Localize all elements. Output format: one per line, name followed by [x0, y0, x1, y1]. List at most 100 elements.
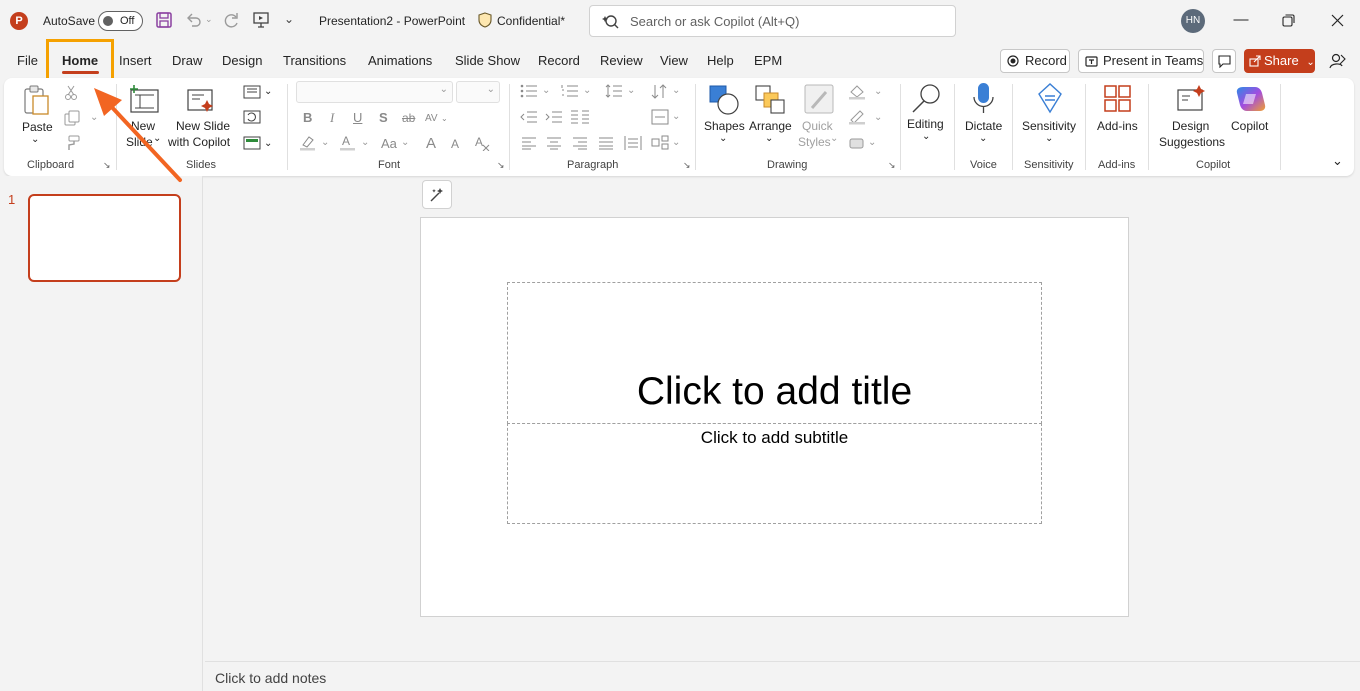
autosave-toggle[interactable]: Off	[98, 11, 143, 31]
arrange-dropdown-icon[interactable]: ⌄	[765, 133, 773, 144]
customize-toolbar-icon[interactable]: ⌄	[284, 12, 294, 26]
tab-draw[interactable]: Draw	[172, 53, 202, 68]
change-case-button[interactable]: Aa	[381, 136, 397, 151]
present-from-start-icon[interactable]	[252, 11, 270, 29]
share-button[interactable]: Share ⌄	[1244, 49, 1315, 73]
increase-indent-icon[interactable]	[545, 110, 563, 124]
copy-icon[interactable]	[64, 110, 80, 126]
new-slide-copilot-label[interactable]: New Slide	[176, 118, 230, 134]
tab-help[interactable]: Help	[707, 53, 734, 68]
shape-effects-icon[interactable]	[848, 135, 866, 151]
tab-insert[interactable]: Insert	[119, 53, 152, 68]
layout-dropdown-icon[interactable]: ⌄	[264, 86, 272, 97]
design-suggestions-label-2[interactable]: Suggestions	[1159, 134, 1225, 150]
tab-epm[interactable]: EPM	[754, 53, 782, 68]
new-slide-label[interactable]: New	[131, 118, 155, 134]
editing-label[interactable]: Editing	[907, 116, 944, 132]
highlight-color-icon[interactable]	[299, 135, 317, 151]
design-suggestions-icon[interactable]	[1176, 84, 1208, 114]
shrink-font-button[interactable]: A	[451, 137, 459, 151]
distributed-icon[interactable]	[624, 135, 642, 151]
section-icon[interactable]	[243, 136, 261, 150]
arrange-label[interactable]: Arrange	[749, 118, 792, 134]
quick-styles-icon[interactable]	[804, 84, 836, 116]
new-slide-label-2[interactable]: Slide	[126, 134, 153, 150]
highlight-dropdown-icon[interactable]: ⌄	[321, 137, 329, 148]
clear-formatting-icon[interactable]: A	[474, 135, 490, 151]
redo-icon[interactable]	[222, 11, 240, 29]
designer-icon[interactable]	[422, 180, 452, 209]
cut-icon[interactable]	[64, 85, 78, 101]
tab-review[interactable]: Review	[600, 53, 643, 68]
shapes-label[interactable]: Shapes	[704, 118, 745, 134]
tab-view[interactable]: View	[660, 53, 688, 68]
drawing-launcher-icon[interactable]: ↘	[888, 160, 896, 171]
shape-outline-icon[interactable]	[848, 109, 866, 125]
font-launcher-icon[interactable]: ↘	[497, 160, 505, 171]
tab-animations[interactable]: Animations	[368, 53, 432, 68]
notes-pane[interactable]: Click to add notes	[205, 661, 1360, 691]
grow-font-button[interactable]: A	[426, 135, 436, 152]
bullets-icon[interactable]	[520, 84, 538, 98]
align-center-icon[interactable]	[546, 136, 562, 150]
columns-icon[interactable]	[570, 109, 590, 125]
align-right-icon[interactable]	[572, 136, 588, 150]
undo-icon[interactable]	[185, 11, 203, 29]
quick-styles-dropdown-icon[interactable]: ⌄	[830, 133, 838, 144]
coauthor-icon[interactable]	[1329, 52, 1347, 70]
numbering-dropdown-icon[interactable]: ⌄	[583, 85, 591, 96]
microphone-icon[interactable]	[972, 82, 996, 116]
line-spacing-dropdown-icon[interactable]: ⌄	[627, 85, 635, 96]
undo-dropdown-icon[interactable]: ⌄	[205, 14, 213, 25]
align-text-icon[interactable]	[651, 109, 669, 125]
strikethrough-button[interactable]: ab	[402, 111, 415, 125]
bold-button[interactable]: B	[303, 110, 312, 125]
text-direction-dropdown-icon[interactable]: ⌄	[672, 85, 680, 96]
search-box[interactable]: Search or ask Copilot (Alt+Q)	[589, 5, 956, 37]
save-icon[interactable]	[155, 11, 173, 29]
paste-label[interactable]: Paste	[22, 119, 53, 135]
text-direction-icon[interactable]	[651, 84, 669, 100]
paste-dropdown-icon[interactable]: ⌄	[31, 134, 39, 145]
underline-button[interactable]: U	[353, 110, 362, 125]
sensitivity-dropdown-icon[interactable]: ⌄	[1045, 133, 1053, 144]
reset-slide-icon[interactable]	[243, 110, 261, 124]
tab-record[interactable]: Record	[538, 53, 580, 68]
align-text-dropdown-icon[interactable]: ⌄	[672, 111, 680, 122]
font-color-dropdown-icon[interactable]: ⌄	[361, 137, 369, 148]
smartart-icon[interactable]	[651, 135, 669, 151]
font-color-icon[interactable]: A	[339, 134, 357, 152]
add-ins-button-label[interactable]: Add-ins	[1097, 118, 1138, 134]
sensitivity-label[interactable]: Confidential*	[497, 14, 565, 28]
clipboard-launcher-icon[interactable]: ↘	[103, 160, 111, 171]
format-painter-icon[interactable]	[64, 135, 80, 151]
new-slide-copilot-icon[interactable]	[186, 87, 216, 115]
new-slide-icon[interactable]	[128, 84, 160, 114]
line-spacing-icon[interactable]	[605, 84, 623, 98]
change-case-dropdown-icon[interactable]: ⌄	[401, 137, 409, 148]
new-slide-copilot-label-2[interactable]: with Copilot	[168, 134, 230, 150]
tab-slide-show[interactable]: Slide Show	[455, 53, 520, 68]
find-icon[interactable]	[910, 82, 944, 114]
arrange-icon[interactable]	[754, 84, 786, 116]
close-icon[interactable]	[1331, 14, 1344, 27]
layout-icon[interactable]	[243, 85, 261, 99]
shadow-button[interactable]: S	[379, 110, 388, 125]
paragraph-launcher-icon[interactable]: ↘	[683, 160, 691, 171]
tab-transitions[interactable]: Transitions	[283, 53, 346, 68]
quick-styles-label-2[interactable]: Styles	[798, 134, 831, 150]
italic-button[interactable]: I	[330, 110, 334, 126]
slide-thumbnail[interactable]	[28, 194, 181, 282]
design-suggestions-label[interactable]: Design	[1172, 118, 1209, 134]
dictate-dropdown-icon[interactable]: ⌄	[979, 133, 987, 144]
shape-fill-dropdown-icon[interactable]: ⌄	[874, 86, 882, 97]
tab-file[interactable]: File	[17, 53, 38, 68]
editing-dropdown-icon[interactable]: ⌄	[922, 131, 930, 142]
section-dropdown-icon[interactable]: ⌄	[264, 138, 272, 149]
present-in-teams-button[interactable]: Present in Teams	[1078, 49, 1204, 73]
paste-icon[interactable]	[23, 84, 51, 118]
add-ins-icon[interactable]	[1103, 84, 1133, 114]
shapes-icon[interactable]	[708, 84, 740, 116]
comments-button[interactable]	[1212, 49, 1236, 73]
shapes-dropdown-icon[interactable]: ⌄	[719, 133, 727, 144]
